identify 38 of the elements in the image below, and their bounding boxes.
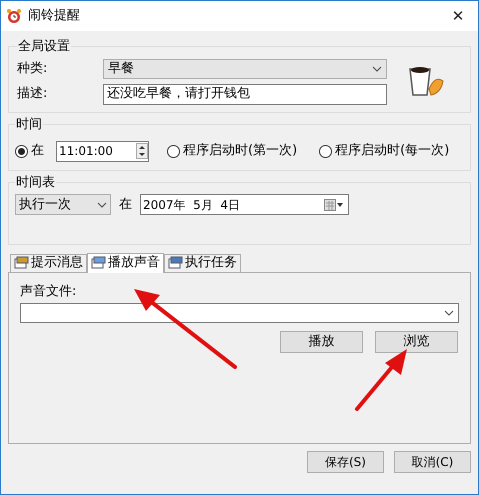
radio-button[interactable] bbox=[15, 144, 28, 158]
tab-icon bbox=[168, 256, 183, 270]
radio-label: 在 bbox=[31, 142, 44, 160]
field-label: 描述: bbox=[17, 85, 48, 104]
tab[interactable]: 播放声音 bbox=[87, 252, 164, 272]
dialog-button[interactable]: 保存(S) bbox=[307, 450, 384, 472]
annotation-arrow bbox=[353, 347, 409, 413]
chevron-down-icon bbox=[372, 66, 382, 72]
time-spinner[interactable]: 11:01:00 bbox=[56, 140, 149, 162]
tab-icon bbox=[14, 256, 29, 270]
sound-file-dropdown[interactable] bbox=[20, 303, 459, 323]
dialog-button[interactable]: 取消(C) bbox=[394, 450, 471, 472]
radio-label: 程序启动时(每一次) bbox=[335, 142, 450, 160]
field-label: 声音文件: bbox=[20, 282, 78, 300]
category-dropdown[interactable]: 早餐 bbox=[103, 58, 387, 78]
radio-button[interactable] bbox=[167, 144, 180, 158]
tab[interactable]: 执行任务 bbox=[164, 254, 241, 272]
group-title: 全局设置 bbox=[17, 38, 71, 56]
alarm-clock-icon bbox=[6, 8, 22, 24]
tab-icon bbox=[91, 256, 106, 270]
panel-button[interactable]: 播放 bbox=[280, 331, 363, 353]
close-button[interactable]: ✕ bbox=[438, 1, 478, 31]
group-title: 时间 bbox=[15, 116, 43, 134]
radio-button[interactable] bbox=[319, 144, 332, 158]
tab[interactable]: 提示消息 bbox=[10, 254, 87, 272]
group-title: 时间表 bbox=[15, 174, 56, 192]
radio-label: 程序启动时(第一次) bbox=[183, 142, 298, 160]
chevron-down-icon bbox=[97, 202, 107, 208]
panel-button[interactable]: 浏览 bbox=[375, 331, 458, 353]
chevron-down-icon bbox=[444, 310, 454, 316]
window-title: 闹铃提醒 bbox=[28, 7, 80, 26]
frequency-dropdown[interactable]: 执行一次 bbox=[15, 194, 111, 215]
date-picker[interactable]: 2007年 5月 4日 bbox=[140, 194, 349, 215]
field-label: 种类: bbox=[17, 60, 48, 78]
spinner-arrows-icon bbox=[136, 143, 148, 159]
calendar-icon bbox=[324, 198, 344, 210]
at-label: 在 bbox=[119, 196, 132, 214]
description-field[interactable]: 还没吃早餐，请打开钱包 bbox=[103, 84, 387, 104]
